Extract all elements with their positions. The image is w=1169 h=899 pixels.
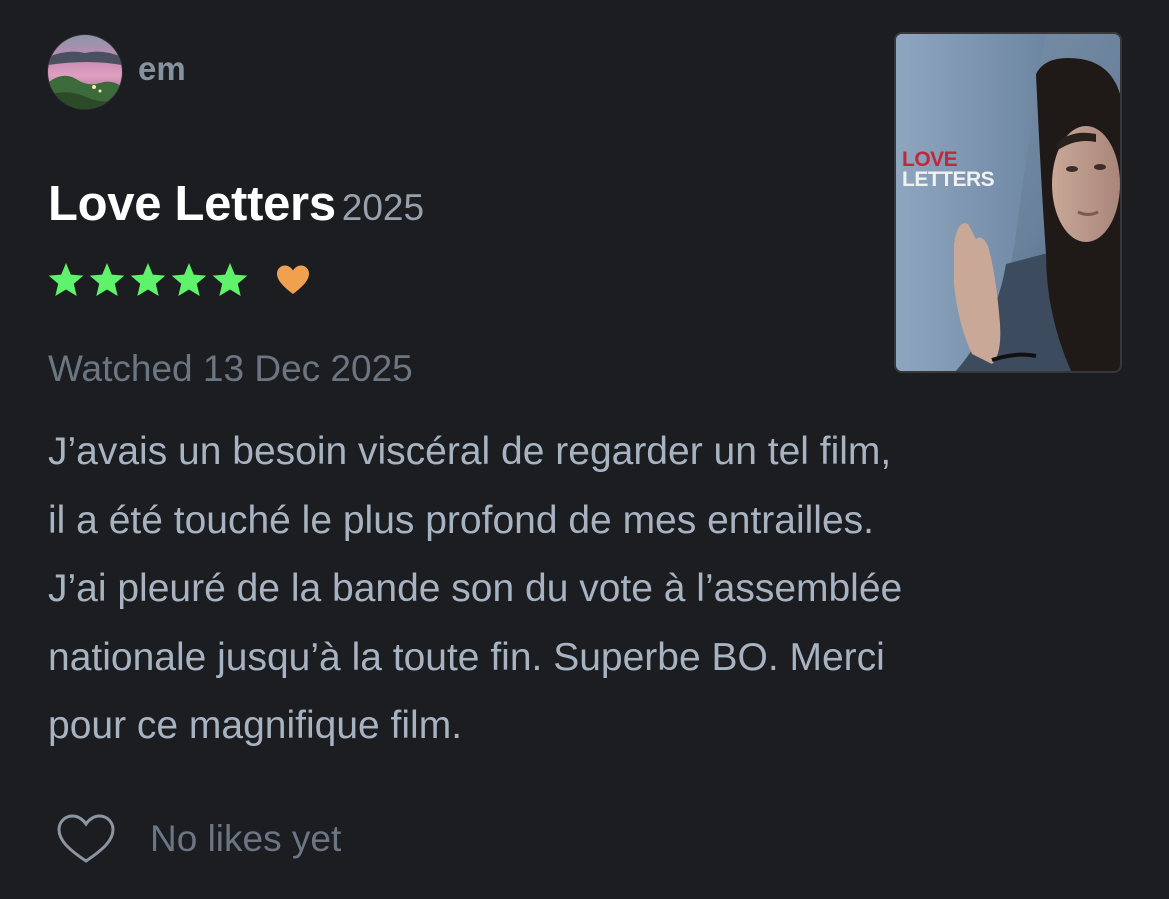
likes-count-text: No likes yet bbox=[150, 818, 342, 859]
poster-logo-line1: LOVE bbox=[902, 148, 958, 171]
username[interactable]: em bbox=[138, 52, 186, 85]
star-icon bbox=[89, 263, 125, 296]
film-title-row: Love Letters 2025 bbox=[48, 176, 424, 232]
rating-row bbox=[46, 260, 313, 300]
star-icon bbox=[171, 263, 207, 296]
film-year[interactable]: 2025 bbox=[342, 187, 424, 228]
poster-logo: LOVE LETTERS bbox=[902, 148, 995, 191]
star-icon bbox=[48, 263, 84, 296]
watched-date: Watched 13 Dec 2025 bbox=[48, 348, 413, 389]
user-avatar[interactable] bbox=[48, 35, 122, 109]
film-title[interactable]: Love Letters bbox=[48, 177, 336, 231]
star-rating bbox=[46, 260, 251, 300]
likes-row: No likes yet bbox=[56, 813, 341, 865]
review-text: J’avais un besoin viscéral de regarder u… bbox=[48, 430, 903, 747]
star-icon bbox=[130, 263, 166, 296]
liked-heart-icon bbox=[277, 265, 309, 294]
star-icon bbox=[212, 263, 248, 296]
poster-logo-line2: LETTERS bbox=[902, 167, 995, 191]
heart-outline-icon[interactable] bbox=[56, 813, 116, 865]
film-poster[interactable]: LOVE LETTERS bbox=[896, 34, 1120, 371]
